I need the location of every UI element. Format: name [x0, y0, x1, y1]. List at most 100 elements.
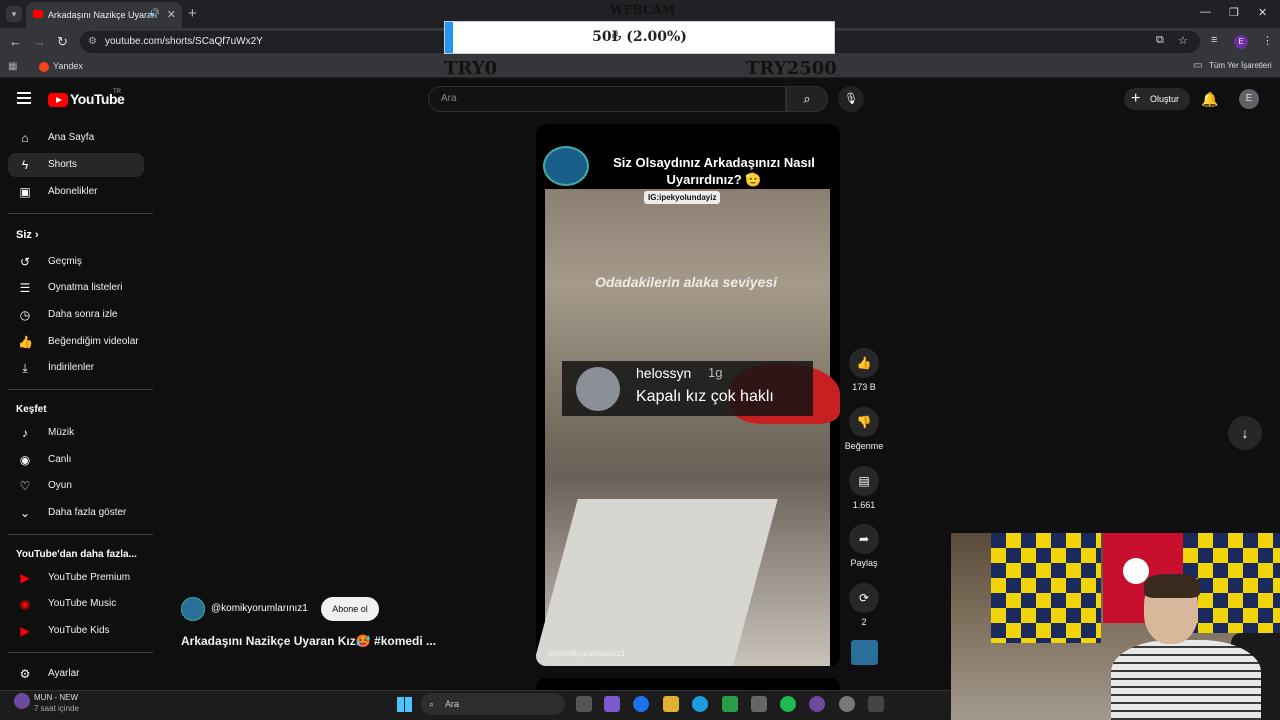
sidebar-item-watch-later[interactable]: ◷ Daha sonra izle [8, 303, 144, 327]
mic-icon: 🎙 [844, 93, 858, 105]
checkered-flag [991, 533, 1101, 643]
striped-shirt [1111, 640, 1261, 720]
spotify-icon[interactable] [780, 696, 796, 712]
comment-time: 1g [708, 365, 723, 380]
back-button[interactable]: ← [9, 34, 22, 49]
comments-button[interactable]: ▤ [849, 466, 879, 496]
remix-count: 2 [861, 617, 867, 627]
file-explorer-icon[interactable] [663, 696, 679, 712]
youtube-favicon-icon [33, 10, 43, 18]
all-bookmarks[interactable]: Tüm Yer İşaretleri [1209, 61, 1272, 70]
url-text: youtube.com/shorts/SCaQf7uWx2Y [105, 36, 263, 47]
menu-hamburger-icon[interactable] [17, 92, 31, 104]
short-player[interactable]: Siz Olsaydınız Arkadaşınızı Nasıl Uyarır… [536, 124, 840, 666]
account-avatar[interactable]: E [1239, 89, 1259, 109]
sidebar-item-live[interactable]: ◉ Canlı [8, 448, 144, 472]
share-button[interactable]: ➦ [849, 524, 879, 554]
weather-line-1[interactable]: MUN - NEW [34, 693, 78, 702]
next-video-button[interactable]: ↓ [1228, 416, 1262, 450]
maximize-button[interactable]: ❐ [1229, 6, 1239, 19]
bookmark-yandex[interactable]: Yandex [53, 61, 83, 71]
weather-line-2[interactable]: 7 saat içinde [34, 704, 79, 713]
channel-handle[interactable]: @komikyorumlarınız1 [211, 603, 308, 614]
subscribe-button[interactable]: Abone ol [321, 597, 379, 621]
minimize-button[interactable]: — [1200, 6, 1211, 18]
menu-kebab-icon[interactable]: ⋮ [1262, 34, 1273, 47]
sidebar-item-label: Oynatma listeleri [48, 282, 123, 293]
sidebar-item-music-app[interactable]: ◉ YouTube Music [8, 592, 144, 616]
reading-list-icon[interactable]: ≡ [1211, 34, 1217, 46]
goal-start: TRY0 [444, 58, 498, 79]
tab-search-dropdown[interactable]: ▾ [6, 6, 22, 22]
more-from-youtube-heading: YouTube'dan daha fazla... [16, 549, 137, 560]
tab-close-icon[interactable]: ✕ [167, 8, 176, 21]
search-icon: ⌕ [429, 699, 435, 709]
apps-grid-icon[interactable]: ▦ [8, 61, 17, 72]
gaming-icon: ♡ [19, 479, 31, 493]
app-icon-2[interactable] [868, 696, 884, 712]
tab-title: Arkadaşını Nazikçe Uyaran [48, 10, 158, 20]
sidebar-item-label: Abonelikler [48, 186, 98, 197]
share-arrow-icon: ➦ [858, 532, 870, 546]
sidebar-item-subscriptions[interactable]: ▣ Abonelikler [8, 180, 144, 204]
xbox-icon[interactable] [722, 696, 738, 712]
like-count: 173 B [852, 382, 876, 392]
create-button[interactable]: + Oluştur [1124, 88, 1190, 110]
sidebar: ⌂ Ana Sayfa ϟ Shorts ▣ Abonelikler Siz › ↺ G… [0, 122, 155, 690]
thumbs-up-icon: 👍 [856, 356, 872, 370]
bookmark-star-icon[interactable]: ☆ [1178, 34, 1188, 47]
comment-overlay: helossyn 1g Kapalı kız çok haklı [562, 361, 813, 416]
speaker-icon[interactable]: 🔊 [149, 8, 160, 19]
search-input[interactable]: Ara [428, 86, 786, 112]
sidebar-item-premium[interactable]: ▶ YouTube Premium [8, 566, 144, 590]
create-label: Oluştur [1150, 94, 1180, 104]
weather-widget-icon[interactable] [14, 693, 30, 709]
sidebar-item-show-more[interactable]: ⌄ Daha fazla göster [8, 501, 144, 525]
you-heading[interactable]: Siz › [16, 229, 39, 241]
site-info-icon[interactable]: ⚙ [88, 31, 97, 53]
country-code: TR [113, 89, 121, 95]
plus-icon: + [1131, 90, 1141, 107]
install-app-icon[interactable]: ⧉ [1156, 34, 1164, 47]
sidebar-item-shorts[interactable]: ϟ Shorts [8, 153, 144, 177]
edge-icon[interactable] [692, 696, 708, 712]
like-button[interactable]: 👍 [849, 348, 879, 378]
reload-button[interactable]: ↻ [57, 34, 68, 50]
video-title[interactable]: Arkadaşını Nazikçe Uyaran Kız🥵 #komedi .… [181, 634, 436, 648]
copilot-icon[interactable] [604, 696, 620, 712]
task-view-icon[interactable] [576, 696, 592, 712]
windows-start-icon[interactable] [397, 697, 412, 712]
taskbar-search[interactable]: ⌕ Ara [421, 693, 565, 715]
sidebar-item-history[interactable]: ↺ Geçmiş [8, 250, 144, 274]
sidebar-item-gaming[interactable]: ♡ Oyun [8, 474, 144, 498]
home-icon: ⌂ [21, 131, 29, 145]
sidebar-item-music[interactable]: ♪ Müzik [8, 421, 144, 445]
forward-button[interactable]: → [33, 34, 46, 49]
sidebar-item-home[interactable]: ⌂ Ana Sayfa [8, 126, 144, 150]
sidebar-item-label: Daha sonra izle [48, 309, 118, 320]
chrome-icon[interactable] [633, 696, 649, 712]
search-button[interactable]: ⌕ [786, 86, 828, 112]
webcam-label: WEBCAM [610, 3, 676, 17]
sidebar-item-playlists[interactable]: ☰ Oynatma listeleri [8, 276, 144, 300]
channel-avatar[interactable] [181, 597, 205, 621]
app-icon[interactable] [839, 696, 855, 712]
remix-button[interactable]: ⟳ [849, 583, 879, 613]
new-tab-button[interactable]: + [188, 5, 197, 22]
youtube-logo-icon[interactable] [48, 93, 68, 107]
sidebar-item-downloads[interactable]: ⤓ İndirilenler [8, 356, 144, 380]
sound-channel-thumbnail[interactable] [851, 640, 878, 665]
browser-tab[interactable]: Arkadaşını Nazikçe Uyaran 🔊 ✕ [26, 2, 182, 28]
voice-search-button[interactable]: 🎙 [838, 86, 864, 112]
dislike-button[interactable]: 👎 [849, 407, 879, 437]
sidebar-item-settings[interactable]: ⚙ Ayarlar [8, 662, 144, 686]
sidebar-item-kids[interactable]: ▶ YouTube Kids [8, 619, 144, 643]
close-window-button[interactable]: ✕ [1258, 6, 1267, 19]
profile-icon[interactable]: E [1234, 35, 1248, 49]
sidebar-item-label: İndirilenler [48, 362, 95, 373]
arrow-down-icon: ↓ [1241, 425, 1249, 441]
store-icon[interactable] [751, 696, 767, 712]
obs-icon[interactable] [809, 696, 825, 712]
sidebar-item-liked[interactable]: 👍 Beğendiğim videolar [8, 330, 144, 354]
notifications-bell-icon[interactable]: 🔔 [1201, 91, 1218, 108]
